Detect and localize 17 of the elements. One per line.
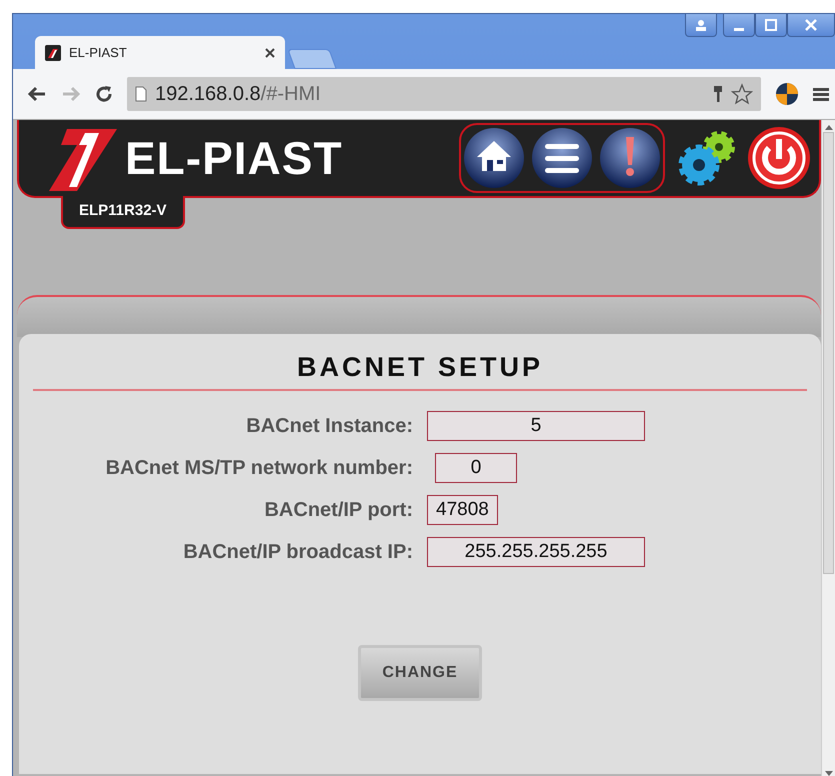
field-label: BACnet MS/TP network number: <box>104 456 413 480</box>
input-field[interactable]: 255.255.255.255 <box>427 537 645 567</box>
input-field[interactable]: 47808 <box>427 495 498 525</box>
field-label: BACnet Instance: <box>245 414 413 438</box>
change-button[interactable]: CHANGE <box>358 645 482 701</box>
panel-title: BACNET SETUP <box>33 352 807 391</box>
address-field[interactable]: 192.168.0.8/#-HMI <box>127 77 761 111</box>
input-field[interactable]: 5 <box>427 411 645 441</box>
model-label: ELP11R32-V <box>61 196 185 229</box>
input-field[interactable]: 0 <box>435 453 517 483</box>
brand-name: EL-PIAST <box>125 131 343 185</box>
tab-title: EL-PIAST <box>69 45 128 60</box>
field-label: BACnet/IP port: <box>263 498 413 522</box>
browser-tab[interactable]: EL-PIAST <box>35 36 285 69</box>
address-host: 192.168.0.8 <box>155 82 261 104</box>
address-path: /#-HMI <box>260 82 321 104</box>
field-label: BACnet/IP broadcast IP: <box>182 540 413 564</box>
